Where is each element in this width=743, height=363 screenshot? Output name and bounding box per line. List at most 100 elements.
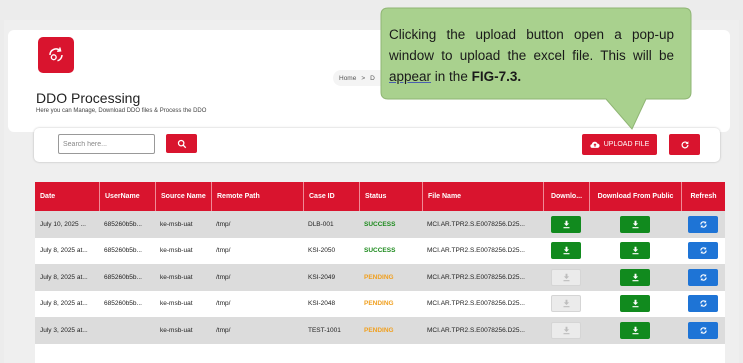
cell-source-name: ke-msb-uat (160, 300, 193, 308)
cell-download (543, 264, 589, 291)
app-logo (38, 37, 74, 73)
download-public-button[interactable] (620, 268, 650, 286)
cell-source-name: ke-msb-uat (160, 247, 193, 255)
download-icon (563, 273, 569, 281)
download-button (551, 321, 581, 339)
download-icon (632, 300, 638, 308)
cell-refresh (681, 291, 725, 318)
download-button[interactable] (551, 215, 581, 233)
cell-date: July 8, 2025 at... (40, 273, 88, 281)
cell-download-from-public (589, 264, 681, 291)
cell-status: SUCCESS (364, 220, 396, 228)
cell-remote-path: /tmp/ (216, 326, 231, 334)
column-header-download: Downlo... (543, 182, 589, 211)
download-public-button[interactable] (620, 242, 650, 260)
table-row: July 3, 2025 at... ke-msb-uat/tmp/TEST-10… (35, 317, 725, 344)
cell-status: PENDING (364, 326, 394, 334)
row-refresh-button[interactable] (688, 295, 718, 313)
cell-case-id: KSI-2049 (308, 273, 336, 281)
sync-icon (699, 247, 707, 255)
cloud-upload-icon (590, 141, 600, 148)
sync-icon (699, 326, 707, 334)
column-header-status: Status (359, 182, 422, 211)
table-row: July 8, 2025 at... 685260b5b... ke-msb-uat… (35, 237, 725, 265)
cell-status: SUCCESS (364, 247, 396, 255)
callout-text: Clicking the upload button open a pop-up… (389, 27, 674, 84)
cell-date: July 3, 2025 at... (40, 326, 88, 334)
column-header-file-name: File Name (422, 182, 543, 211)
search-input[interactable] (58, 134, 155, 154)
download-icon (632, 220, 638, 228)
row-refresh-button[interactable] (688, 242, 718, 260)
cell-refresh (681, 317, 725, 344)
cell-username: 685260b5b... (104, 247, 142, 255)
cell-refresh (681, 238, 725, 265)
cell-file-name: MCI.AR.TPR2.S.E0078256.D25... (427, 247, 525, 255)
cell-file-name: MCI.AR.TPR2.S.E0078256.D25... (427, 220, 525, 228)
upload-file-button[interactable]: UPLOAD FILE (582, 134, 657, 155)
download-icon (563, 247, 569, 255)
row-refresh-button[interactable] (688, 321, 718, 339)
download-button (551, 268, 581, 286)
cell-source-name: ke-msb-uat (160, 273, 193, 281)
gear-refresh-icon (49, 47, 63, 62)
search-icon (177, 139, 186, 148)
refresh-button[interactable] (669, 134, 700, 155)
ddo-table: Date UserName Source Name Remote Path Case I… (35, 182, 725, 363)
page-subtitle: Here you can Manage, Download DDO files … (36, 108, 207, 114)
search-toolbar: UPLOAD FILE (34, 128, 720, 162)
cell-case-id: TEST-1001 (308, 326, 341, 334)
download-button[interactable] (551, 242, 581, 260)
table-header: Date UserName Source Name Remote Path Case I… (35, 182, 725, 211)
cell-status: PENDING (364, 300, 394, 308)
download-public-button[interactable] (620, 295, 650, 313)
cell-download (543, 291, 589, 318)
column-header-refresh: Refresh (681, 182, 725, 211)
table-body: July 10, 2025 ... 685260b5b... ke-msb-uat /… (35, 211, 725, 344)
cell-download (543, 238, 589, 265)
sync-icon (699, 220, 707, 228)
download-icon (632, 326, 638, 334)
breadcrumb-current: D (370, 74, 375, 82)
cell-download-from-public (589, 211, 681, 238)
cell-file-name: MCI.AR.TPR2.S.E0078256.D25... (427, 300, 525, 308)
download-icon (563, 220, 569, 228)
cell-remote-path: /tmp/ (216, 220, 231, 228)
breadcrumb-home[interactable]: Home (339, 75, 356, 82)
refresh-icon (680, 140, 689, 148)
cell-date: July 10, 2025 ... (40, 220, 86, 228)
download-public-button[interactable] (620, 321, 650, 339)
column-header-remote-path: Remote Path (211, 182, 303, 211)
table-row: July 8, 2025 at... 685260b5b... ke-msb-uat… (35, 264, 725, 291)
download-public-button[interactable] (620, 215, 650, 233)
cell-download (543, 211, 589, 238)
table-row: July 10, 2025 ... 685260b5b... ke-msb-uat /… (35, 211, 725, 238)
cell-case-id: KSI-2050 (308, 247, 336, 255)
cell-remote-path: /tmp/ (216, 300, 231, 308)
column-header-username: UserName (99, 182, 155, 211)
cell-download-from-public (589, 291, 681, 318)
cell-username: 685260b5b... (104, 273, 142, 281)
column-header-source-name: Source Name (155, 182, 211, 211)
download-icon (632, 247, 638, 255)
column-header-case-id: Case ID (303, 182, 359, 211)
cell-case-id: KSI-2048 (308, 300, 336, 308)
cell-file-name: MCI.AR.TPR2.S.E0078256.D25... (427, 273, 525, 281)
upload-file-label: UPLOAD FILE (603, 141, 650, 148)
cell-date: July 8, 2025 at... (40, 247, 88, 255)
cell-download-from-public (589, 238, 681, 265)
sync-icon (699, 300, 707, 308)
row-refresh-button[interactable] (688, 215, 718, 233)
row-refresh-button[interactable] (688, 268, 718, 286)
download-button (551, 295, 581, 313)
search-button[interactable] (166, 134, 197, 153)
cell-file-name: MCI.AR.TPR2.S.E0078256.D25... (427, 326, 525, 334)
download-icon (563, 326, 569, 334)
breadcrumb-separator: > (361, 74, 366, 82)
cell-date: July 8, 2025 at... (40, 300, 88, 308)
cell-refresh (681, 211, 725, 238)
download-icon (632, 273, 638, 281)
cell-username: 685260b5b... (104, 220, 142, 228)
page-title: DDO Processing (36, 90, 141, 106)
table-row: July 8, 2025 at... 685260b5b... ke-msb-uat… (35, 290, 725, 318)
